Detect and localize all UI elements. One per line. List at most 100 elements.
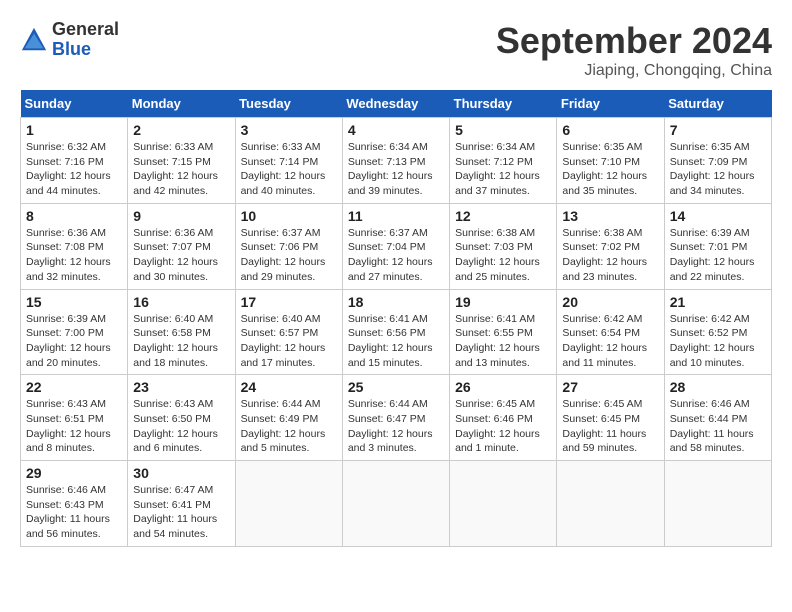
day-info: Sunrise: 6:34 AM Sunset: 7:12 PM Dayligh… [455,140,551,199]
calendar-day-cell: 5 Sunrise: 6:34 AM Sunset: 7:12 PM Daylig… [450,118,557,204]
calendar-body: 1Sunrise: 6:32 AM Sunset: 7:16 PM Daylig… [21,118,772,547]
day-number: 30 [133,465,229,481]
day-number: 4 [348,122,444,138]
day-info: Sunrise: 6:37 AM Sunset: 7:04 PM Dayligh… [348,226,444,285]
day-number: 14 [670,208,766,224]
calendar-week-row: 29 Sunrise: 6:46 AM Sunset: 6:43 PM Dayli… [21,461,772,547]
day-number: 13 [562,208,658,224]
day-number: 19 [455,294,551,310]
day-info: Sunrise: 6:42 AM Sunset: 6:54 PM Dayligh… [562,312,658,371]
location: Jiaping, Chongqing, China [496,62,772,80]
day-info: Sunrise: 6:41 AM Sunset: 6:56 PM Dayligh… [348,312,444,371]
weekday-header-cell: Wednesday [342,90,449,118]
day-info: Sunrise: 6:37 AM Sunset: 7:06 PM Dayligh… [241,226,337,285]
calendar-day-cell [664,461,771,547]
day-info: Sunrise: 6:40 AM Sunset: 6:57 PM Dayligh… [241,312,337,371]
day-number: 3 [241,122,337,138]
weekday-header-cell: Friday [557,90,664,118]
day-info: Sunrise: 6:33 AM Sunset: 7:15 PM Dayligh… [133,140,229,199]
day-number: 23 [133,379,229,395]
day-number: 29 [26,465,122,481]
day-number: 27 [562,379,658,395]
day-info: Sunrise: 6:38 AM Sunset: 7:03 PM Dayligh… [455,226,551,285]
calendar-week-row: 1Sunrise: 6:32 AM Sunset: 7:16 PM Daylig… [21,118,772,204]
calendar-day-cell: 28Sunrise: 6:46 AM Sunset: 6:44 PM Dayli… [664,375,771,461]
day-info: Sunrise: 6:33 AM Sunset: 7:14 PM Dayligh… [241,140,337,199]
day-number: 26 [455,379,551,395]
calendar-day-cell: 4 Sunrise: 6:34 AM Sunset: 7:13 PM Daylig… [342,118,449,204]
day-info: Sunrise: 6:46 AM Sunset: 6:43 PM Dayligh… [26,483,122,542]
calendar-week-row: 22Sunrise: 6:43 AM Sunset: 6:51 PM Dayli… [21,375,772,461]
calendar-day-cell: 20Sunrise: 6:42 AM Sunset: 6:54 PM Dayli… [557,289,664,375]
day-info: Sunrise: 6:32 AM Sunset: 7:16 PM Dayligh… [26,140,122,199]
calendar-day-cell [450,461,557,547]
month-title: September 2024 [496,20,772,62]
day-info: Sunrise: 6:41 AM Sunset: 6:55 PM Dayligh… [455,312,551,371]
calendar-table: SundayMondayTuesdayWednesdayThursdayFrid… [20,90,772,547]
day-info: Sunrise: 6:45 AM Sunset: 6:45 PM Dayligh… [562,397,658,456]
calendar-day-cell: 22Sunrise: 6:43 AM Sunset: 6:51 PM Dayli… [21,375,128,461]
day-number: 2 [133,122,229,138]
day-number: 18 [348,294,444,310]
day-number: 5 [455,122,551,138]
day-number: 12 [455,208,551,224]
calendar-day-cell: 15 Sunrise: 6:39 AM Sunset: 7:00 PM Dayli… [21,289,128,375]
day-number: 15 [26,294,122,310]
calendar-day-cell: 25 Sunrise: 6:44 AM Sunset: 6:47 PM Dayli… [342,375,449,461]
calendar-day-cell: 17 Sunrise: 6:40 AM Sunset: 6:57 PM Dayli… [235,289,342,375]
calendar-day-cell [557,461,664,547]
day-info: Sunrise: 6:39 AM Sunset: 7:00 PM Dayligh… [26,312,122,371]
day-info: Sunrise: 6:44 AM Sunset: 6:47 PM Dayligh… [348,397,444,456]
calendar-day-cell: 3 Sunrise: 6:33 AM Sunset: 7:14 PM Daylig… [235,118,342,204]
day-info: Sunrise: 6:36 AM Sunset: 7:08 PM Dayligh… [26,226,122,285]
calendar-day-cell: 27 Sunrise: 6:45 AM Sunset: 6:45 PM Dayli… [557,375,664,461]
calendar-day-cell [342,461,449,547]
day-info: Sunrise: 6:45 AM Sunset: 6:46 PM Dayligh… [455,397,551,456]
logo-icon [20,26,48,54]
day-info: Sunrise: 6:46 AM Sunset: 6:44 PM Dayligh… [670,397,766,456]
day-number: 21 [670,294,766,310]
calendar-day-cell: 6Sunrise: 6:35 AM Sunset: 7:10 PM Daylig… [557,118,664,204]
logo-general-text: General [52,19,119,39]
calendar-day-cell: 14 Sunrise: 6:39 AM Sunset: 7:01 PM Dayli… [664,203,771,289]
day-info: Sunrise: 6:43 AM Sunset: 6:50 PM Dayligh… [133,397,229,456]
day-info: Sunrise: 6:43 AM Sunset: 6:51 PM Dayligh… [26,397,122,456]
calendar-day-cell: 19 Sunrise: 6:41 AM Sunset: 6:55 PM Dayli… [450,289,557,375]
day-number: 25 [348,379,444,395]
day-number: 11 [348,208,444,224]
calendar-day-cell: 21 Sunrise: 6:42 AM Sunset: 6:52 PM Dayli… [664,289,771,375]
calendar-day-cell: 10 Sunrise: 6:37 AM Sunset: 7:06 PM Dayli… [235,203,342,289]
calendar-day-cell: 18 Sunrise: 6:41 AM Sunset: 6:56 PM Dayli… [342,289,449,375]
day-info: Sunrise: 6:47 AM Sunset: 6:41 PM Dayligh… [133,483,229,542]
day-number: 24 [241,379,337,395]
weekday-header-row: SundayMondayTuesdayWednesdayThursdayFrid… [21,90,772,118]
calendar-day-cell: 26 Sunrise: 6:45 AM Sunset: 6:46 PM Dayli… [450,375,557,461]
day-info: Sunrise: 6:44 AM Sunset: 6:49 PM Dayligh… [241,397,337,456]
day-info: Sunrise: 6:39 AM Sunset: 7:01 PM Dayligh… [670,226,766,285]
calendar-day-cell: 1Sunrise: 6:32 AM Sunset: 7:16 PM Daylig… [21,118,128,204]
weekday-header-cell: Thursday [450,90,557,118]
calendar-day-cell [235,461,342,547]
day-number: 6 [562,122,658,138]
calendar-week-row: 8 Sunrise: 6:36 AM Sunset: 7:08 PM Daylig… [21,203,772,289]
day-number: 9 [133,208,229,224]
day-info: Sunrise: 6:40 AM Sunset: 6:58 PM Dayligh… [133,312,229,371]
day-info: Sunrise: 6:35 AM Sunset: 7:09 PM Dayligh… [670,140,766,199]
calendar-day-cell: 13Sunrise: 6:38 AM Sunset: 7:02 PM Dayli… [557,203,664,289]
weekday-header-cell: Saturday [664,90,771,118]
calendar-day-cell: 7Sunrise: 6:35 AM Sunset: 7:09 PM Daylig… [664,118,771,204]
day-number: 10 [241,208,337,224]
calendar-day-cell: 16Sunrise: 6:40 AM Sunset: 6:58 PM Dayli… [128,289,235,375]
day-number: 17 [241,294,337,310]
calendar-day-cell: 11 Sunrise: 6:37 AM Sunset: 7:04 PM Dayli… [342,203,449,289]
day-info: Sunrise: 6:34 AM Sunset: 7:13 PM Dayligh… [348,140,444,199]
weekday-header-cell: Sunday [21,90,128,118]
calendar-day-cell: 2 Sunrise: 6:33 AM Sunset: 7:15 PM Daylig… [128,118,235,204]
page-header: General Blue September 2024 Jiaping, Cho… [20,20,772,80]
day-number: 8 [26,208,122,224]
calendar-day-cell: 23 Sunrise: 6:43 AM Sunset: 6:50 PM Dayli… [128,375,235,461]
day-info: Sunrise: 6:42 AM Sunset: 6:52 PM Dayligh… [670,312,766,371]
calendar-day-cell: 8 Sunrise: 6:36 AM Sunset: 7:08 PM Daylig… [21,203,128,289]
calendar-day-cell: 24 Sunrise: 6:44 AM Sunset: 6:49 PM Dayli… [235,375,342,461]
calendar-week-row: 15 Sunrise: 6:39 AM Sunset: 7:00 PM Dayli… [21,289,772,375]
